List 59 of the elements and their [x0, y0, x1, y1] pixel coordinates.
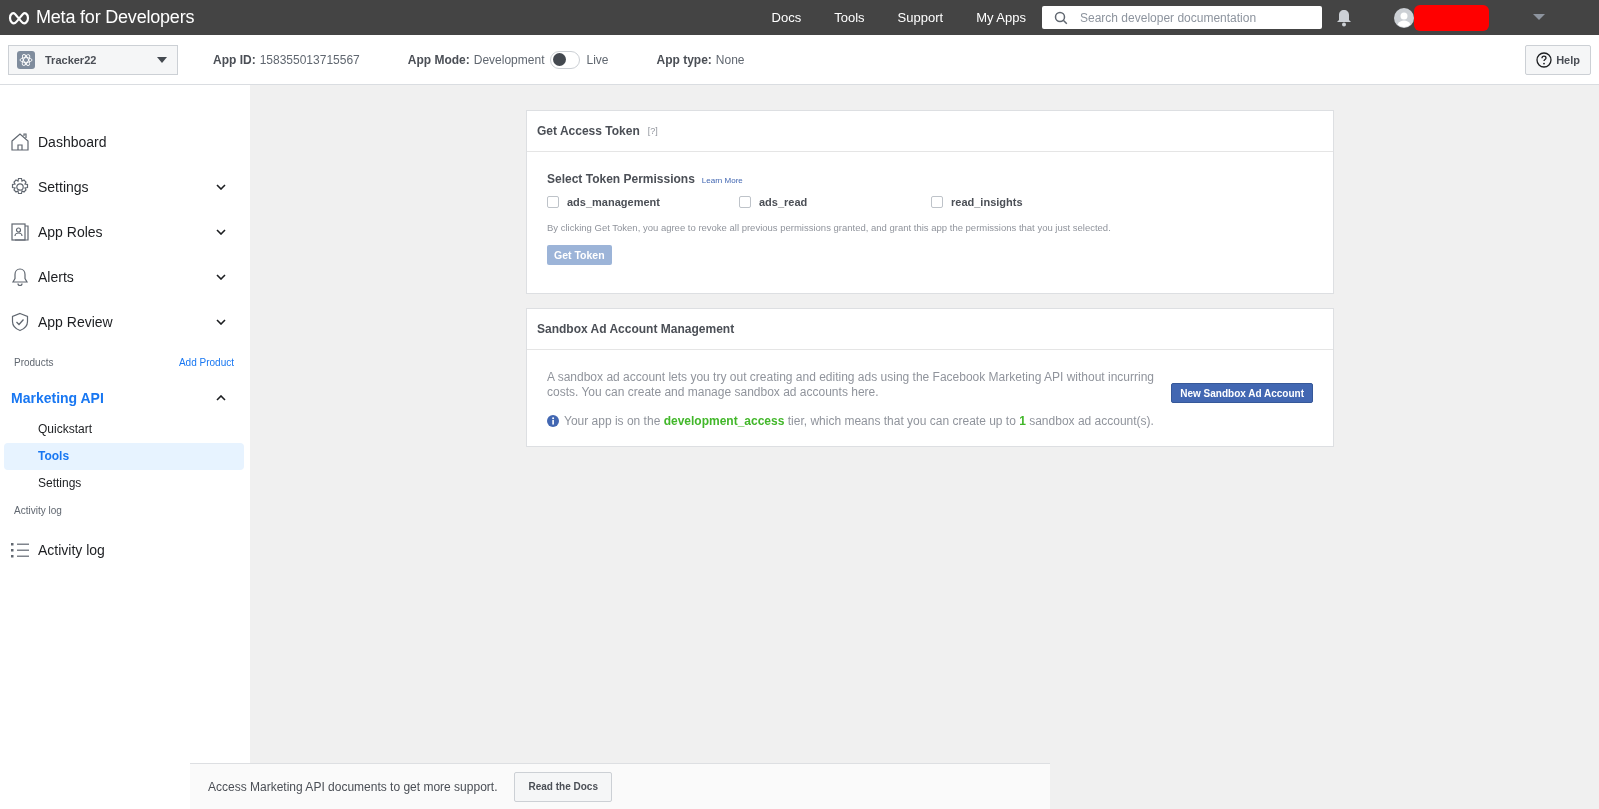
card-title: Sandbox Ad Account Management: [537, 322, 735, 336]
checkbox[interactable]: [547, 196, 559, 208]
app-type-value: None: [715, 52, 745, 67]
activity-heading: Activity log: [13, 504, 63, 518]
section-title: Select Token Permissions: [547, 172, 695, 186]
sidebar-item[interactable]: App Roles: [0, 209, 250, 254]
app-selector[interactable]: Tracker22: [8, 44, 178, 75]
bell-icon[interactable]: [1336, 8, 1352, 27]
info-icon: [547, 415, 559, 427]
app-mode-label: App Mode:: [407, 52, 470, 67]
new-sandbox-account-button[interactable]: New Sandbox Ad Account: [1171, 383, 1313, 403]
app-atom-icon: [17, 50, 35, 69]
mode-development-label: Development: [473, 52, 545, 67]
shield-check-icon: [10, 311, 30, 332]
caret-icon: [157, 56, 167, 63]
bell-icon: [10, 266, 30, 287]
sidebar-item[interactable]: Alerts: [0, 254, 250, 299]
notice-text: By clicking Get Token, you agree to revoke all previous permissions granted, and grant this app the permissions that you just selected.: [547, 222, 1112, 233]
search-field[interactable]: Search developer documentation: [1042, 6, 1322, 29]
id-card-icon: [10, 221, 30, 242]
checkbox[interactable]: [931, 196, 943, 208]
sidebar-subitem[interactable]: Tools: [4, 443, 244, 470]
nav-link[interactable]: My Apps: [976, 10, 1026, 25]
caret-icon[interactable]: [1533, 14, 1545, 21]
footer-text: Access Marketing API documents to get more support.: [208, 779, 498, 794]
search-icon: [1054, 11, 1068, 25]
site-logo[interactable]: Meta for Developers: [36, 7, 195, 28]
question-icon: [1536, 51, 1553, 68]
home-icon: [10, 131, 30, 152]
nav-link[interactable]: Support: [897, 10, 944, 25]
sidebar-subitem[interactable]: Settings: [4, 470, 244, 497]
products-heading: Products: [14, 356, 54, 368]
mode-toggle[interactable]: [550, 50, 581, 69]
description-text: A sandbox ad account lets you try out creating and editing ads using the Facebook Marketing API without incurring costs. You can create and manage sandbox ad accounts here.: [547, 370, 1156, 400]
nav-link[interactable]: Tools: [834, 10, 865, 25]
app-id-value: 158355013715567: [259, 52, 360, 67]
gear-icon: [10, 176, 30, 197]
tier-note: Your app is on the development_access tier, which means that you can create up to 1 sandbox ad account(s).: [564, 414, 1154, 428]
card-title: Get Access Token: [537, 124, 640, 138]
permission-label: ads_read: [759, 196, 808, 208]
learn-more-link[interactable]: Learn More: [701, 176, 743, 185]
help-button[interactable]: Help: [1525, 44, 1591, 75]
product-item[interactable]: Marketing API: [0, 380, 250, 416]
sidebar-item[interactable]: App Review: [0, 299, 250, 344]
sidebar-item[interactable]: Dashboard: [0, 119, 250, 164]
list-icon: [10, 541, 30, 558]
permission-label: ads_management: [567, 196, 660, 208]
mode-live-label: Live: [586, 52, 609, 67]
sidebar-subitem[interactable]: Quickstart: [4, 416, 244, 443]
sidebar-item[interactable]: Activity log: [0, 527, 250, 572]
sidebar-item[interactable]: Settings: [0, 164, 250, 209]
nav-link[interactable]: Docs: [771, 10, 802, 25]
app-type-label: App type:: [656, 52, 712, 67]
permission-label: read_insights: [951, 196, 1023, 208]
add-product-link[interactable]: Add Product: [178, 356, 234, 368]
avatar-icon[interactable]: [1394, 7, 1414, 28]
read-docs-button[interactable]: Read the Docs: [514, 771, 612, 802]
checkbox[interactable]: [739, 196, 751, 208]
app-id-label: App ID:: [213, 52, 256, 67]
